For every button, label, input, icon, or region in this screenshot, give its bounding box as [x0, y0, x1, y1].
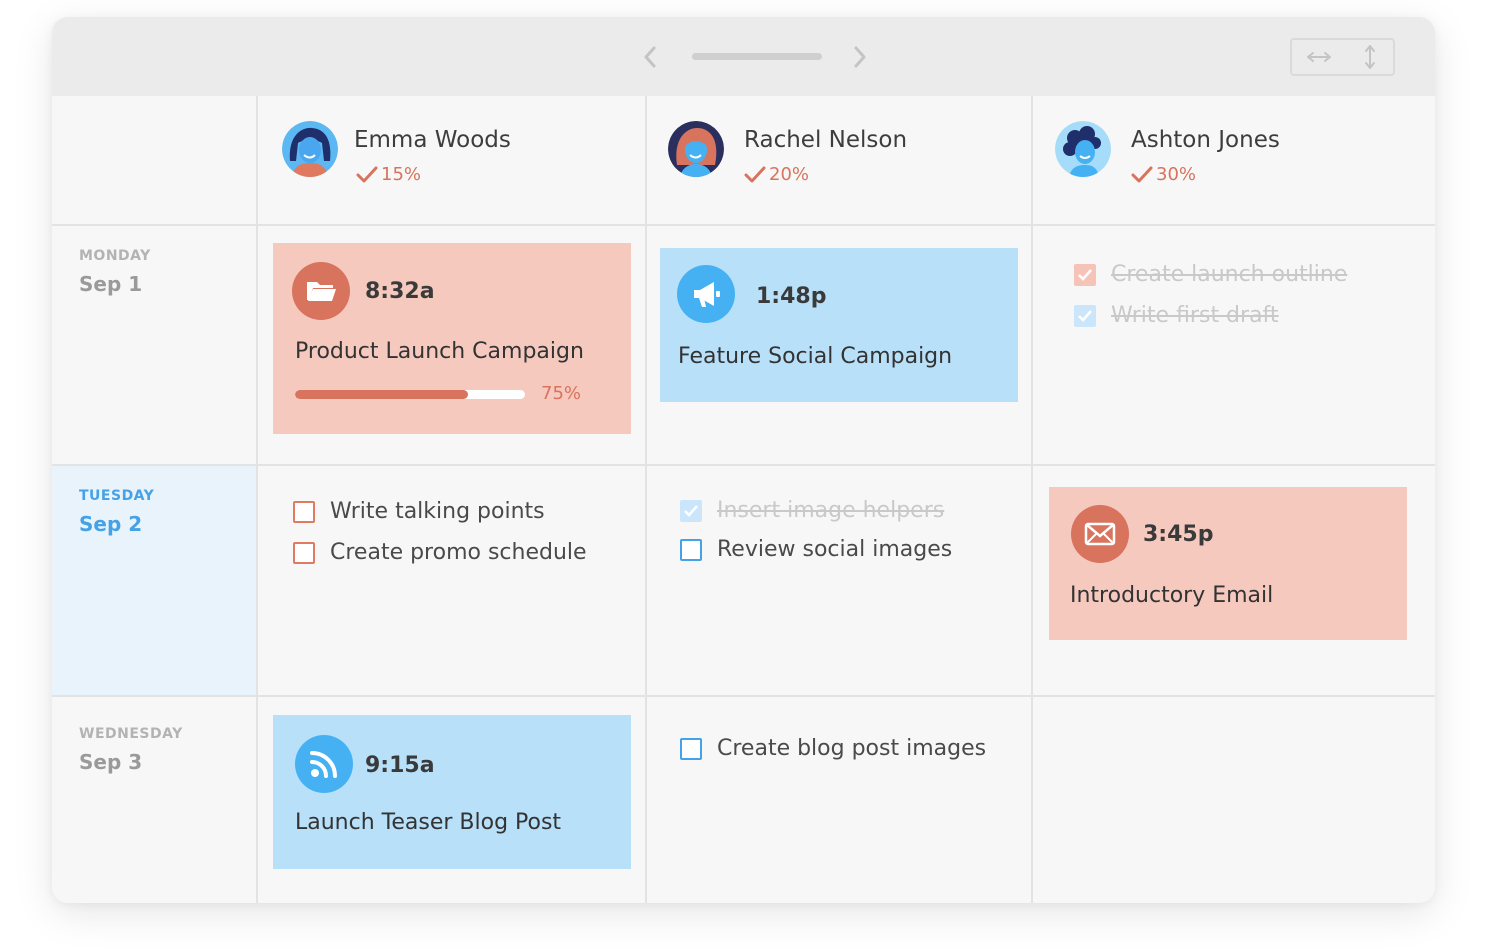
event-time: 1:48p — [756, 284, 827, 309]
chevron-left-icon — [644, 46, 656, 68]
folder-icon — [307, 282, 336, 301]
avatar — [1055, 121, 1111, 177]
avatar-ashton-icon — [1055, 121, 1111, 177]
horizontal-arrows-icon — [1307, 52, 1331, 62]
envelope-icon — [1084, 522, 1116, 546]
member-name: Ashton Jones — [1131, 127, 1280, 153]
task-checkbox[interactable] — [293, 541, 315, 564]
task-label: Create launch outline — [1111, 262, 1348, 287]
day-name: MONDAY — [79, 248, 151, 264]
calendar-window: Emma Woods 15% Rachel Nelson 20% Ashton … — [52, 17, 1435, 903]
member-progress: 15% — [356, 164, 421, 185]
progress-percent: 15% — [381, 164, 422, 185]
day-label-tuesday: TUESDAY Sep 2 — [52, 466, 256, 695]
day-date: Sep 1 — [79, 272, 143, 296]
task-item[interactable]: Create launch outline — [1074, 262, 1347, 287]
rss-icon — [310, 751, 337, 778]
day-label-wednesday: WEDNESDAY Sep 3 — [52, 697, 256, 903]
task-checkbox[interactable] — [1074, 304, 1096, 327]
event-progress-fill — [295, 390, 468, 399]
member-header-emma[interactable]: Emma Woods 15% — [258, 98, 645, 224]
member-header-rachel[interactable]: Rachel Nelson 20% — [647, 98, 1031, 224]
member-progress: 20% — [744, 164, 809, 185]
envelope-icon-badge — [1071, 505, 1129, 563]
next-button[interactable] — [847, 44, 871, 70]
avatar — [668, 121, 724, 177]
task-checkbox[interactable] — [293, 500, 315, 523]
avatar — [282, 121, 338, 177]
day-name: WEDNESDAY — [79, 726, 183, 742]
chevron-right-icon — [854, 46, 866, 68]
event-title: Introductory Email — [1070, 583, 1274, 608]
checkmark-icon — [1131, 166, 1153, 182]
progress-percent: 30% — [1156, 164, 1197, 185]
event-title: Feature Social Campaign — [678, 344, 953, 369]
member-header-ashton[interactable]: Ashton Jones 30% — [1033, 98, 1435, 224]
task-item[interactable]: Create blog post images — [680, 736, 986, 761]
day-label-monday: MONDAY Sep 1 — [52, 226, 256, 464]
day-date: Sep 2 — [79, 512, 143, 536]
member-name: Emma Woods — [354, 127, 511, 153]
task-label: Review social images — [717, 537, 953, 562]
event-card-product-launch[interactable]: 8:32a Product Launch Campaign 75% — [273, 243, 631, 434]
expand-horizontal-button[interactable] — [1294, 40, 1344, 74]
task-checkbox[interactable] — [680, 737, 702, 760]
task-item[interactable]: Create promo schedule — [293, 540, 587, 565]
avatar-emma-icon — [282, 121, 338, 177]
grid-divider — [52, 224, 1435, 226]
expand-vertical-button[interactable] — [1345, 40, 1395, 74]
view-toggle-group — [1290, 38, 1395, 76]
task-checkbox[interactable] — [680, 538, 702, 561]
day-name: TUESDAY — [79, 488, 155, 504]
event-time: 8:32a — [365, 279, 435, 304]
task-item[interactable]: Review social images — [680, 537, 952, 562]
task-label: Insert image helpers — [717, 498, 945, 523]
folder-icon-badge — [292, 262, 350, 320]
grid-divider — [52, 695, 1435, 697]
member-name: Rachel Nelson — [744, 127, 908, 153]
task-item[interactable]: Write talking points — [293, 499, 545, 524]
grid-divider — [52, 464, 1435, 466]
event-title: Launch Teaser Blog Post — [295, 810, 562, 835]
title-bar — [52, 17, 1435, 96]
event-time: 9:15a — [365, 753, 435, 778]
day-date: Sep 3 — [79, 750, 143, 774]
event-card-social-campaign[interactable]: 1:48p Feature Social Campaign — [660, 248, 1018, 402]
check-icon — [1078, 268, 1092, 281]
rss-icon-badge — [295, 735, 353, 793]
progress-percent: 20% — [769, 164, 810, 185]
check-icon — [684, 504, 698, 517]
task-item[interactable]: Write first draft — [1074, 303, 1279, 328]
event-progress-label: 75% — [541, 383, 582, 404]
megaphone-icon-badge — [677, 265, 735, 323]
check-icon — [1078, 309, 1092, 322]
checkmark-icon — [744, 166, 766, 182]
member-progress: 30% — [1131, 164, 1196, 185]
event-title: Product Launch Campaign — [295, 339, 584, 364]
task-label: Create blog post images — [717, 736, 987, 761]
task-item[interactable]: Insert image helpers — [680, 498, 944, 523]
avatar-rachel-icon — [668, 121, 724, 177]
task-checkbox[interactable] — [1074, 263, 1096, 286]
task-checkbox[interactable] — [680, 499, 702, 522]
checkmark-icon — [356, 166, 378, 182]
vertical-arrows-icon — [1365, 45, 1375, 69]
task-label: Write talking points — [330, 499, 545, 524]
task-label: Create promo schedule — [330, 540, 587, 565]
event-card-blog-post[interactable]: 9:15a Launch Teaser Blog Post — [273, 715, 631, 869]
previous-button[interactable] — [639, 44, 663, 70]
task-label: Write first draft — [1111, 303, 1279, 328]
scrollbar-handle[interactable] — [692, 53, 822, 60]
event-time: 3:45p — [1143, 522, 1214, 547]
event-card-introductory-email[interactable]: 3:45p Introductory Email — [1049, 487, 1407, 640]
event-progress-bar — [295, 390, 525, 399]
megaphone-icon — [694, 282, 720, 307]
